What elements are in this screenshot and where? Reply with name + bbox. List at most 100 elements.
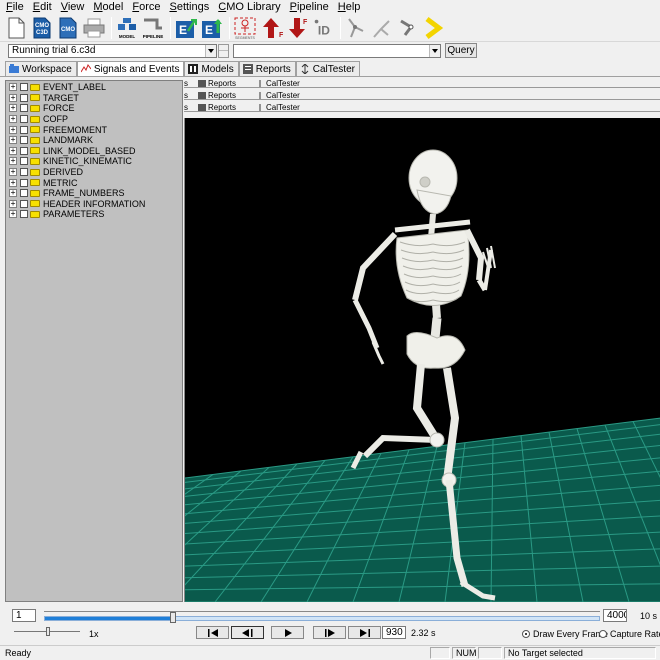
tab-models[interactable]: Models xyxy=(184,61,239,76)
force-down-icon[interactable]: F xyxy=(285,16,309,40)
subtab-reports[interactable]: Reports xyxy=(198,103,246,112)
menu-model[interactable]: Model xyxy=(93,1,123,13)
tree-checkbox[interactable] xyxy=(20,210,28,219)
tab-signals-and-events[interactable]: Signals and Events xyxy=(76,61,185,76)
tree-item[interactable]: + FRAME_NUMBERS xyxy=(6,188,182,199)
go-end-button[interactable] xyxy=(348,626,381,639)
tree-item[interactable]: + FORCE xyxy=(6,103,182,114)
skeleton-link2-icon[interactable] xyxy=(370,16,394,40)
tree-checkbox[interactable] xyxy=(20,146,28,155)
tree-item[interactable]: + COFP xyxy=(6,114,182,125)
start-frame-field[interactable]: 1 xyxy=(12,609,36,622)
subtab-left[interactable]: s xyxy=(184,79,188,88)
subtab-reports[interactable]: Reports xyxy=(198,91,246,100)
model-icon[interactable]: MODEL xyxy=(115,16,139,40)
expand-icon[interactable]: + xyxy=(9,136,17,145)
pipeline-icon[interactable]: PIPELINE xyxy=(141,16,165,40)
tree-item[interactable]: + EVENT_LABEL xyxy=(6,82,182,93)
tree-item[interactable]: + DERIVED xyxy=(6,167,182,178)
3d-viewport[interactable] xyxy=(184,118,660,602)
chevron-down-icon[interactable] xyxy=(429,44,440,57)
tree-item[interactable]: + LINK_MODEL_BASED xyxy=(6,146,182,157)
subtab-left[interactable]: s xyxy=(184,103,188,112)
menu-force[interactable]: Force xyxy=(132,1,160,13)
print-icon[interactable] xyxy=(82,16,106,40)
yellow-chevron-icon[interactable] xyxy=(422,16,446,40)
body-segment-icon[interactable]: SEGMENTS xyxy=(233,16,257,40)
id-icon[interactable]: ID xyxy=(311,16,335,40)
skeleton-link-icon[interactable] xyxy=(344,16,368,40)
new-file-icon[interactable] xyxy=(4,16,28,40)
tree-checkbox[interactable] xyxy=(20,157,28,166)
tab-caltester[interactable]: CalTester xyxy=(295,61,360,76)
tree-item[interactable]: + METRIC xyxy=(6,177,182,188)
tree-checkbox[interactable] xyxy=(20,189,28,198)
tree-item[interactable]: + KINETIC_KINEMATIC xyxy=(6,156,182,167)
go-start-button[interactable] xyxy=(196,626,229,639)
expand-icon[interactable]: + xyxy=(9,104,17,113)
play-button[interactable] xyxy=(271,626,304,639)
expand-icon[interactable]: + xyxy=(9,189,17,198)
menu-edit[interactable]: Edit xyxy=(33,1,52,13)
tree-checkbox[interactable] xyxy=(20,93,28,102)
force-up-icon[interactable]: F xyxy=(259,16,283,40)
tab-workspace[interactable]: Workspace xyxy=(5,61,77,76)
tree-item[interactable]: + PARAMETERS xyxy=(6,209,182,220)
speed-slider-thumb[interactable] xyxy=(46,627,50,636)
subtab-caltester[interactable]: CalTester xyxy=(256,79,310,88)
tree-checkbox[interactable] xyxy=(20,136,28,145)
cmo-icon[interactable]: CMO xyxy=(56,16,80,40)
export-e-icon[interactable]: E xyxy=(174,16,198,40)
tree-checkbox[interactable] xyxy=(20,199,28,208)
end-frame-field[interactable]: 4000 xyxy=(603,609,627,622)
subtab-reports[interactable]: Reports xyxy=(198,79,246,88)
query-button[interactable]: Query xyxy=(445,43,477,58)
tree-checkbox[interactable] xyxy=(20,115,28,124)
menu-file[interactable]: File xyxy=(6,1,24,13)
timeline-track[interactable] xyxy=(44,616,600,621)
tree-checkbox[interactable] xyxy=(20,83,28,92)
expand-icon[interactable]: + xyxy=(9,210,17,219)
query-select[interactable] xyxy=(233,43,441,58)
tab-reports[interactable]: Reports xyxy=(238,61,296,76)
chevron-down-icon[interactable] xyxy=(205,44,216,57)
expand-icon[interactable]: + xyxy=(9,146,17,155)
expand-icon[interactable]: + xyxy=(9,83,17,92)
step-back-button[interactable] xyxy=(231,626,264,639)
subtab-caltester[interactable]: CalTester xyxy=(256,103,310,112)
menu-view[interactable]: View xyxy=(61,1,85,13)
timeline-scrubber[interactable] xyxy=(170,612,177,623)
expand-icon[interactable]: + xyxy=(9,157,17,166)
menu-cmo-library[interactable]: CMO Library xyxy=(218,1,280,13)
current-frame-field[interactable]: 930 xyxy=(382,626,406,639)
draw-every-frame-radio[interactable] xyxy=(522,630,530,638)
expand-icon[interactable]: + xyxy=(9,199,17,208)
link-chain-icon[interactable] xyxy=(396,16,420,40)
trial-spinner[interactable] xyxy=(218,43,229,58)
draw-every-frame-option[interactable]: Draw Every Frame xyxy=(522,629,608,639)
expand-icon[interactable]: + xyxy=(9,125,17,134)
tree-checkbox[interactable] xyxy=(20,104,28,113)
expand-icon[interactable]: + xyxy=(9,115,17,124)
tree-item[interactable]: + LANDMARK xyxy=(6,135,182,146)
menu-pipeline[interactable]: Pipeline xyxy=(290,1,329,13)
expand-icon[interactable]: + xyxy=(9,168,17,177)
tree-item[interactable]: + FREEMOMENT xyxy=(6,124,182,135)
tree-checkbox[interactable] xyxy=(20,168,28,177)
capture-rate-option[interactable]: Capture Rate xyxy=(599,629,660,639)
tree-checkbox[interactable] xyxy=(20,178,28,187)
export-e-up-icon[interactable]: E xyxy=(200,16,224,40)
tree-item[interactable]: + TARGET xyxy=(6,93,182,104)
expand-icon[interactable]: + xyxy=(9,178,17,187)
step-forward-button[interactable] xyxy=(313,626,346,639)
trial-file-select[interactable]: Running trial 6.c3d xyxy=(8,43,217,58)
menu-help[interactable]: Help xyxy=(338,1,361,13)
subtab-left[interactable]: s xyxy=(184,91,188,100)
cmo-c3d-icon[interactable]: CMO C3D xyxy=(30,16,54,40)
tree-checkbox[interactable] xyxy=(20,125,28,134)
expand-icon[interactable]: + xyxy=(9,93,17,102)
menu-settings[interactable]: Settings xyxy=(169,1,209,13)
tree-item[interactable]: + HEADER INFORMATION xyxy=(6,199,182,210)
subtab-caltester[interactable]: CalTester xyxy=(256,91,310,100)
capture-rate-radio[interactable] xyxy=(599,630,607,638)
